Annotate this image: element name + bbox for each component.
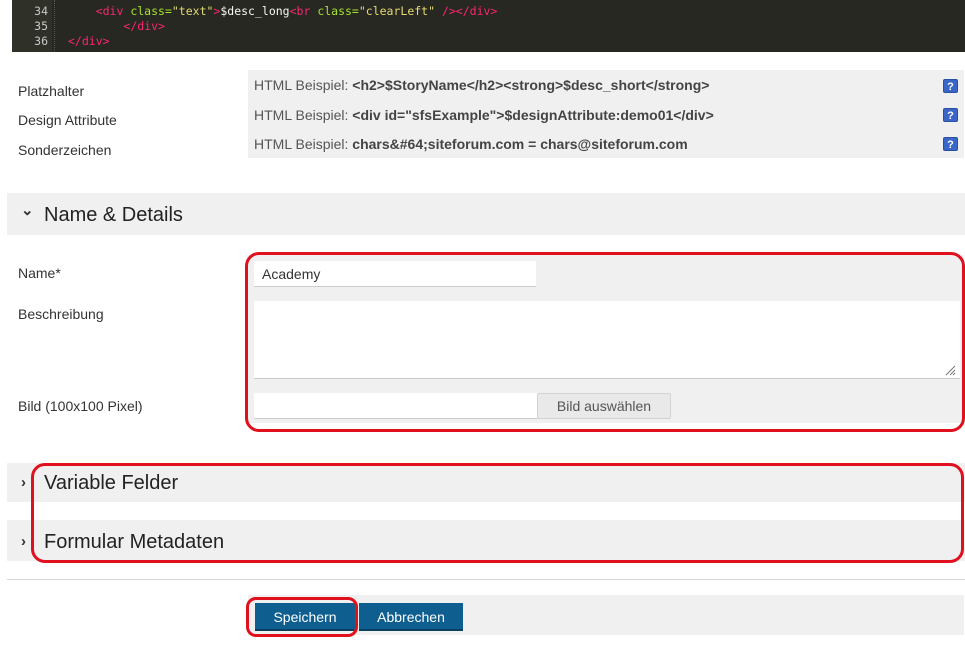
code-editor[interactable]: 34 <div class="text">$desc_long<br class… — [12, 0, 965, 52]
name-label: Name* — [18, 265, 61, 281]
code-text: <div class="text">$desc_long<br class="c… — [95, 4, 498, 18]
code-text: </div> — [123, 19, 165, 33]
code-line: 34 <div class="text">$desc_long<br class… — [12, 4, 965, 19]
section-title: Name & Details — [44, 204, 183, 226]
line-number: 34 — [34, 4, 48, 18]
help-icon[interactable]: ? — [943, 137, 958, 151]
chevron-down-icon: ⌄ — [21, 202, 34, 219]
code-line: 36 </div> — [12, 34, 965, 49]
line-number: 35 — [34, 19, 48, 33]
chevron-right-icon: › — [21, 533, 26, 550]
hint-example: <h2>$StoryName</h2><strong>$desc_short</… — [352, 77, 710, 93]
annotation-highlight-form — [245, 252, 965, 432]
hint-row-design: HTML Beispiel: <div id="sfsExample">$des… — [254, 107, 714, 123]
cancel-button[interactable]: Abbrechen — [359, 603, 463, 631]
annotation-highlight-sections — [31, 463, 964, 563]
annotation-highlight-save — [246, 597, 358, 637]
description-label: Beschreibung — [18, 306, 104, 322]
design-attribute-label: Design Attribute — [18, 112, 117, 128]
hint-row-placeholder: HTML Beispiel: <h2>$StoryName</h2><stron… — [254, 77, 709, 93]
help-icon[interactable]: ? — [943, 79, 958, 93]
hint-prefix: HTML Beispiel: — [254, 77, 353, 93]
placeholder-label: Platzhalter — [18, 83, 85, 99]
hint-prefix: HTML Beispiel: — [254, 107, 353, 123]
line-number: 36 — [34, 34, 48, 48]
divider — [7, 579, 965, 580]
hint-example: chars&#64;siteforum.com = chars@siteforu… — [352, 136, 688, 152]
code-line: 35 </div> — [12, 19, 965, 34]
chevron-right-icon: › — [21, 474, 26, 491]
special-chars-label: Sonderzeichen — [18, 142, 112, 158]
help-icon[interactable]: ? — [943, 108, 958, 122]
hint-example: <div id="sfsExample">$designAttribute:de… — [352, 107, 714, 123]
hint-prefix: HTML Beispiel: — [254, 136, 353, 152]
hint-row-special: HTML Beispiel: chars&#64;siteforum.com =… — [254, 136, 688, 152]
image-label: Bild (100x100 Pixel) — [18, 398, 143, 414]
section-name-details[interactable]: ⌄ Name & Details — [7, 193, 965, 235]
code-text: </div> — [68, 34, 110, 48]
